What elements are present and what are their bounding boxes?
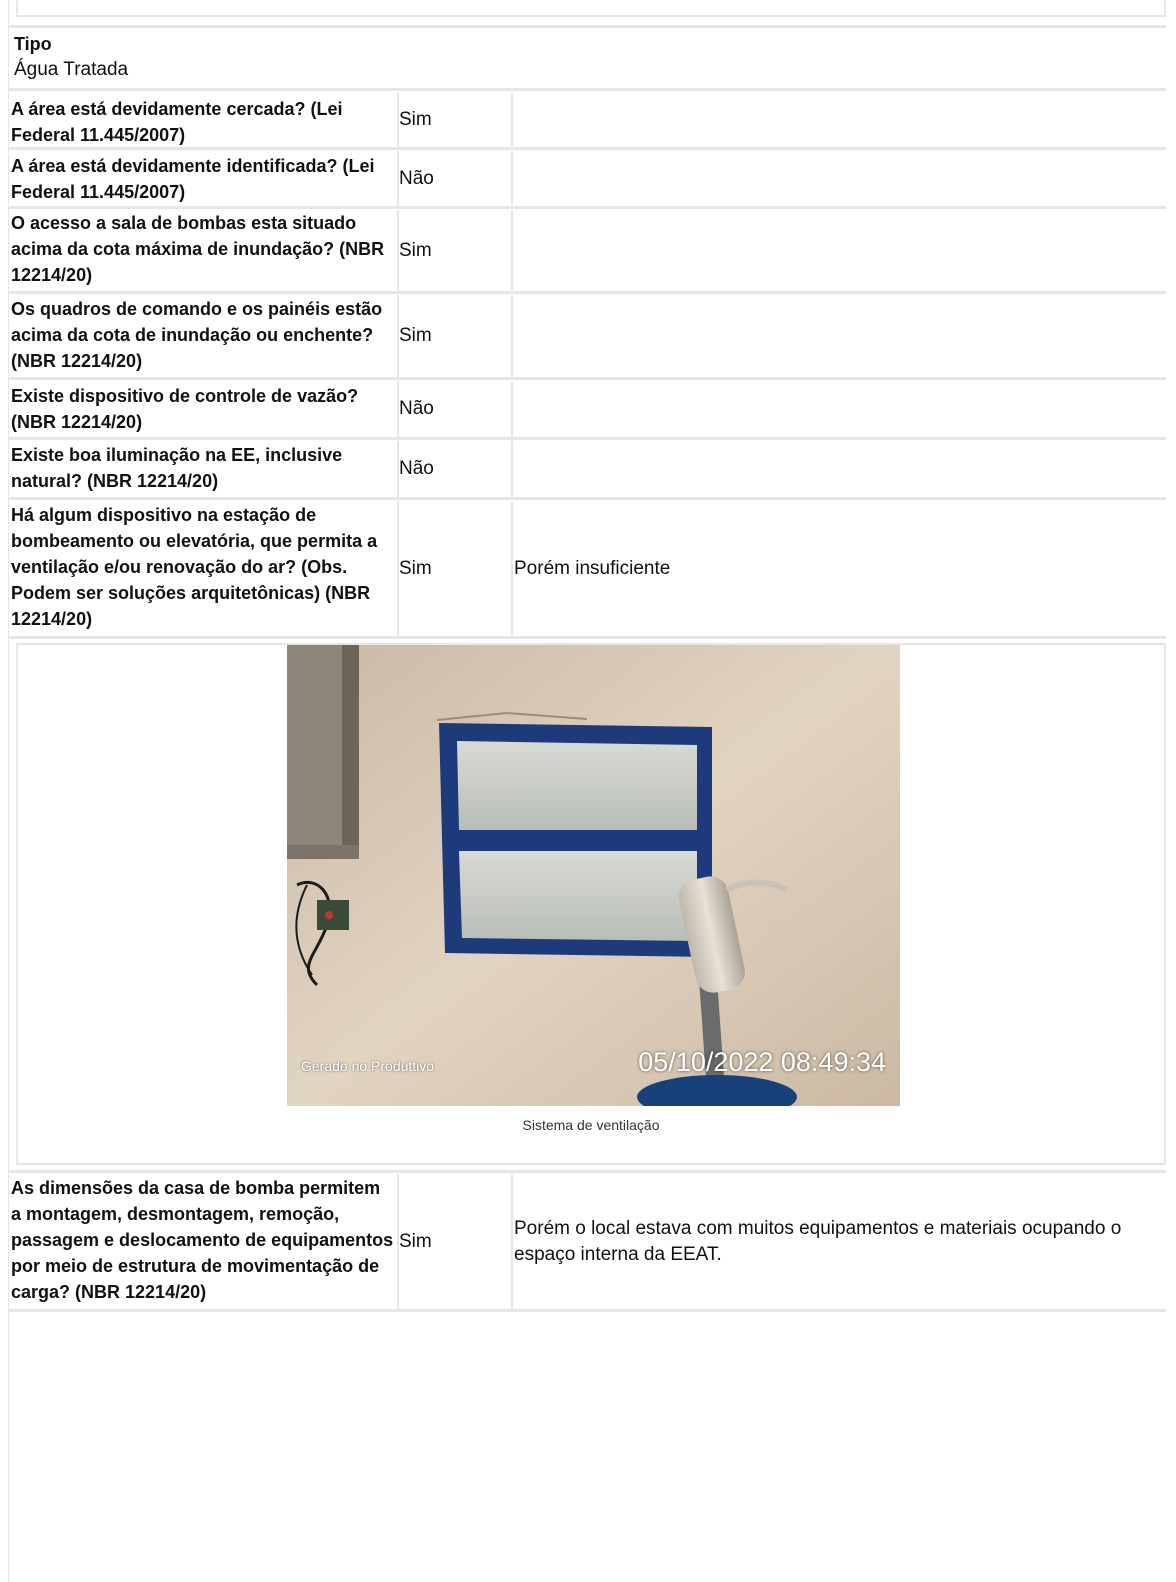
divider bbox=[8, 497, 1166, 500]
photo-watermark-left: Gerado no Produttivo bbox=[301, 1058, 435, 1074]
checklist-row: Os quadros de comando e os painéis estão… bbox=[8, 295, 1166, 377]
photo-caption: Sistema de ventilação bbox=[522, 1117, 660, 1133]
row-question: Existe boa iluminação na EE, inclusive n… bbox=[11, 445, 343, 491]
row-question: O acesso a sala de bombas esta situado a… bbox=[11, 213, 385, 285]
row-question: Há algum dispositivo na estação de bombe… bbox=[11, 505, 378, 629]
row-question: A área está devidamente cercada? (Lei Fe… bbox=[11, 99, 343, 145]
divider bbox=[8, 291, 1166, 294]
checklist-row: O acesso a sala de bombas esta situado a… bbox=[8, 210, 1166, 291]
column-divider bbox=[511, 92, 513, 147]
ventilation-photo[interactable]: Gerado no Produttivo 05/10/2022 08:49:34 bbox=[287, 645, 900, 1106]
row-note bbox=[514, 210, 1154, 291]
photo-timestamp: 05/10/2022 08:49:34 bbox=[638, 1047, 886, 1077]
divider bbox=[8, 88, 1166, 91]
column-divider bbox=[511, 441, 513, 497]
checklist-row: Há algum dispositivo na estação de bombe… bbox=[8, 501, 1166, 636]
row-answer: Sim bbox=[399, 325, 432, 346]
divider bbox=[8, 147, 1166, 150]
checklist-row: Existe dispositivo de controle de vazão?… bbox=[8, 381, 1166, 437]
row-note bbox=[514, 441, 1154, 497]
checklist-row: A área está devidamente identificada? (L… bbox=[8, 151, 1166, 206]
row-answer: Não bbox=[399, 458, 434, 479]
row-question: Os quadros de comando e os painéis estão… bbox=[11, 299, 383, 371]
row-note bbox=[514, 295, 1154, 377]
row-answer: Não bbox=[399, 167, 434, 189]
row-note: Porém insuficiente bbox=[514, 557, 671, 579]
photo-attachment: Gerado no Produttivo 05/10/2022 08:49:34… bbox=[16, 643, 1166, 1165]
row-question: As dimensões da casa de bomba permitem a… bbox=[11, 1178, 394, 1302]
checklist-row: A área está devidamente cercada? (Lei Fe… bbox=[8, 92, 1166, 147]
tipo-value: Água Tratada bbox=[14, 59, 129, 80]
row-question: A área está devidamente identificada? (L… bbox=[11, 156, 375, 202]
divider bbox=[8, 206, 1166, 209]
column-divider bbox=[511, 151, 513, 206]
divider bbox=[8, 636, 1166, 639]
column-divider bbox=[511, 295, 513, 377]
row-note bbox=[514, 92, 1154, 147]
row-answer: Sim bbox=[399, 108, 432, 130]
row-note bbox=[514, 381, 1154, 437]
divider bbox=[8, 437, 1166, 440]
row-question: Existe dispositivo de controle de vazão?… bbox=[11, 386, 359, 432]
column-divider bbox=[511, 501, 513, 636]
column-divider bbox=[511, 210, 513, 291]
row-answer: Sim bbox=[399, 557, 432, 579]
row-answer: Sim bbox=[399, 239, 432, 261]
column-divider bbox=[511, 381, 513, 437]
row-answer: Não bbox=[399, 398, 434, 419]
photo-image bbox=[287, 645, 900, 1106]
report-page: Tipo Água Tratada A área está devidament… bbox=[0, 0, 1176, 1582]
column-divider bbox=[511, 1174, 513, 1309]
divider bbox=[8, 1309, 1166, 1312]
row-note: Porém o local estava com muitos equipame… bbox=[514, 1218, 1122, 1265]
divider bbox=[8, 1170, 1166, 1173]
checklist-row: Existe boa iluminação na EE, inclusive n… bbox=[8, 441, 1166, 497]
previous-section-end bbox=[16, 0, 1166, 17]
row-answer: Sim bbox=[399, 1230, 432, 1252]
tipo-label: Tipo bbox=[14, 34, 52, 54]
checklist-row: As dimensões da casa de bomba permitem a… bbox=[8, 1174, 1166, 1309]
row-note bbox=[514, 151, 1154, 206]
divider bbox=[8, 25, 1166, 28]
divider bbox=[8, 377, 1166, 380]
